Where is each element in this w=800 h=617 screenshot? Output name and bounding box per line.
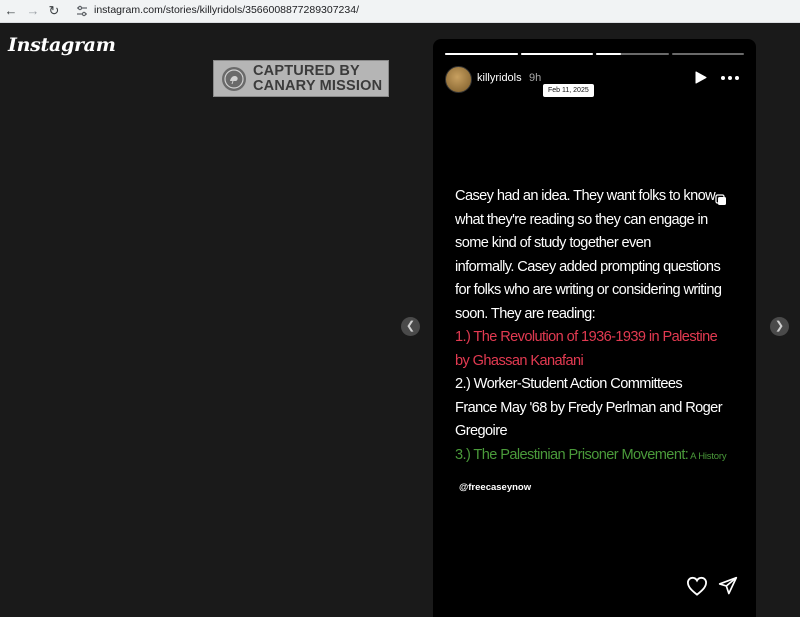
play-icon[interactable] (695, 71, 707, 84)
chevron-left-icon[interactable]: ❮ (401, 317, 420, 336)
story-text-line: some kind of study together even (455, 232, 745, 256)
progress-segment (596, 53, 669, 55)
watermark-line2: CANARY MISSION (253, 78, 383, 94)
story-text-line-main: soon. They are reading: (455, 305, 596, 322)
story-text-line-main: for folks who are writing or considering… (455, 282, 722, 298)
story-text-line-main: 3.) The Palestinian Prisoner Movement: (455, 446, 689, 463)
story-text-line-main: by Ghassan Kanafani (455, 352, 584, 369)
mention-tag[interactable]: @freecaseynow (459, 482, 531, 493)
browser-toolbar: ← → ↻ instagram.com/stories/killyridols/… (0, 0, 800, 23)
progress-fill (596, 53, 622, 55)
story-text-line-suffix: A History (688, 450, 727, 462)
story-text-line: 1.) The Revolution of 1936-1939 in Pales… (455, 326, 745, 350)
chevron-right-icon[interactable]: ❯ (770, 317, 789, 336)
heart-icon[interactable] (686, 576, 708, 596)
story-text-line-main: informally. Casey added prompting questi… (455, 258, 721, 275)
story-time-ago: 9h (529, 72, 542, 84)
tune-icon[interactable] (76, 5, 88, 17)
story-text-line-main: some kind of study together even (455, 235, 651, 251)
progress-segment (671, 53, 744, 55)
avatar[interactable] (445, 66, 472, 93)
watermark-text: CAPTURED BY CANARY MISSION (253, 64, 382, 94)
watermark-line1: CAPTURED BY (253, 63, 360, 79)
address-bar[interactable]: instagram.com/stories/killyridols/356600… (94, 4, 359, 16)
date-tooltip: Feb 11, 2025 (543, 84, 594, 97)
instagram-logo[interactable]: Instagram (8, 34, 116, 56)
progress-segment (520, 53, 593, 55)
story-text-line: by Ghassan Kanafani (455, 350, 745, 374)
story-text-line: for folks who are writing or considering… (455, 279, 745, 303)
story-text-line: Casey had an idea. They want folks to kn… (455, 185, 745, 209)
story-text-line: what they're reading so they can engage … (455, 209, 745, 233)
story-text-line-main: 2.) Worker-Student Action Committees (455, 376, 683, 392)
story-text-line: France May '68 by Fredy Perlman and Roge… (455, 397, 745, 421)
story-text-line: 3.) The Palestinian Prisoner Movement: A… (455, 444, 745, 469)
story-text-line-main: Casey had an idea. They want folks to kn… (455, 188, 716, 204)
forward-arrow-icon[interactable]: → (25, 3, 41, 19)
story-username[interactable]: killyridols (477, 72, 522, 84)
story-viewer[interactable]: killyridols 9h Feb 11, 2025 Casey had an… (433, 39, 756, 617)
story-text-line: Gregoire (455, 420, 745, 444)
story-text-line: informally. Casey added prompting questi… (455, 256, 745, 280)
progress-segment (445, 53, 518, 55)
story-text-block: Casey had an idea. They want folks to kn… (455, 185, 745, 468)
story-text-line: 2.) Worker-Student Action Committees (455, 373, 745, 397)
story-text-line-main: Gregoire (455, 423, 508, 439)
reload-icon[interactable]: ↻ (46, 3, 62, 19)
send-icon[interactable] (718, 576, 738, 596)
progress-fill (445, 53, 518, 55)
canary-mission-watermark: CAPTURED BY CANARY MISSION (213, 60, 389, 97)
more-icon[interactable] (721, 76, 739, 80)
back-arrow-icon[interactable]: ← (3, 3, 19, 19)
story-text-line: soon. They are reading: (455, 303, 745, 327)
story-text-line-main: France May '68 by Fredy Perlman and Roge… (455, 399, 723, 416)
story-text-line-main: what they're reading so they can engage … (455, 211, 708, 228)
bird-logo-icon (222, 67, 246, 91)
story-text-line-main: 1.) The Revolution of 1936-1939 in Pales… (455, 329, 718, 345)
progress-fill (520, 53, 593, 55)
